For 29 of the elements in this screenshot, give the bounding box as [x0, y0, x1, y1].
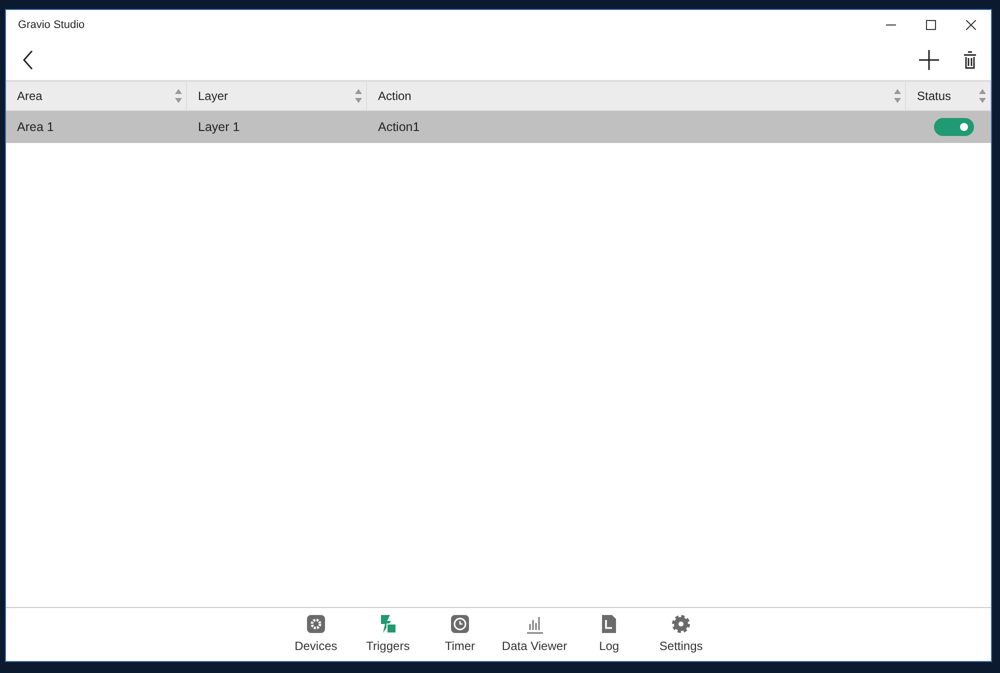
maximize-icon [926, 20, 936, 30]
column-header[interactable]: Status [917, 87, 952, 105]
table-cell-text: Area 1 [17, 118, 54, 136]
nav-button[interactable]: Log [573, 608, 646, 661]
status-toggle[interactable] [934, 118, 974, 136]
back-icon [22, 50, 34, 70]
clock-icon [450, 614, 470, 634]
trash-icon [963, 51, 977, 69]
column-header[interactable]: Layer [198, 87, 228, 105]
sort-icon[interactable] [175, 89, 182, 103]
nav-button[interactable]: Data Viewer [496, 608, 574, 661]
nav-button[interactable]: Devices [280, 608, 352, 661]
close-icon [966, 20, 976, 30]
nav-button[interactable]: Timer [424, 608, 496, 661]
chip-icon [306, 614, 326, 634]
table-cell-text: Action1 [378, 118, 420, 136]
column-header[interactable]: Action [378, 87, 412, 105]
table-cell-text: Layer 1 [198, 118, 240, 136]
nav-button[interactable]: Settings [645, 608, 718, 661]
nav-button[interactable]: Triggers [352, 608, 424, 661]
sort-icon[interactable] [979, 89, 986, 103]
plus-icon [919, 50, 939, 70]
sort-icon[interactable] [894, 89, 901, 103]
settings-icon [671, 614, 692, 634]
column-header[interactable]: Area [17, 87, 42, 105]
sort-icon[interactable] [355, 89, 362, 103]
bar-chart-icon [524, 614, 544, 634]
table-row[interactable]: Area 1 Layer 1 Action1 [6, 111, 991, 143]
window-title: Gravio Studio [18, 18, 86, 33]
